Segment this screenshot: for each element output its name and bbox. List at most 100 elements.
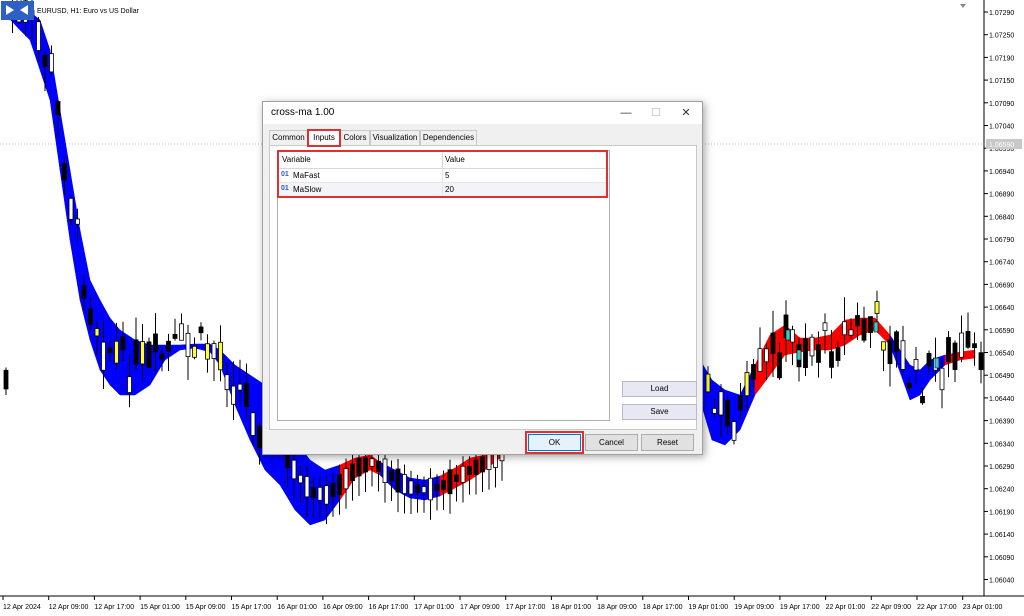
load-button[interactable]: Load <box>622 381 697 397</box>
candle-body <box>473 459 479 475</box>
time-tick-label: 12 Apr 2024 <box>3 604 41 611</box>
price-tick-label: 1.06040 <box>989 578 1014 585</box>
candle-body <box>744 372 750 397</box>
candle-body <box>402 474 407 494</box>
candle-body <box>317 486 323 501</box>
minimize-icon[interactable]: — <box>611 102 641 124</box>
candle-body <box>731 421 737 441</box>
price-tick-label: 1.06140 <box>989 532 1014 539</box>
indicator-properties-dialog: cross-ma 1.00 — ☐ ✕ Common Inputs Colors… <box>262 101 703 455</box>
price-tick-label: 1.06790 <box>989 237 1014 244</box>
price-tick-label: 1.06490 <box>989 373 1014 380</box>
cross-marker <box>934 357 940 369</box>
ok-button[interactable]: OK <box>525 431 584 454</box>
candle-body <box>835 347 841 361</box>
close-icon[interactable]: ✕ <box>671 102 701 124</box>
candle-body <box>94 328 100 337</box>
candle-body <box>725 399 730 427</box>
candle-body <box>705 373 711 393</box>
price-tick-label: 1.07090 <box>989 101 1014 108</box>
maximize-icon[interactable]: ☐ <box>641 102 671 124</box>
table-row[interactable]: 01 MaSlow 20 <box>278 183 609 197</box>
candle-body <box>829 351 834 368</box>
candle-body <box>822 322 828 331</box>
tab-inputs[interactable]: Inputs <box>307 129 341 147</box>
candle-body <box>395 468 401 493</box>
candle-body <box>192 345 197 358</box>
chart-title: EURUSD, H1: Euro vs US Dollar <box>37 8 140 15</box>
candle-body <box>881 341 886 351</box>
candle-body <box>415 484 420 493</box>
candle-body <box>330 482 336 498</box>
candle-body <box>447 469 453 495</box>
integer-type-icon: 01 <box>281 185 289 192</box>
candle-body <box>382 458 388 484</box>
candle-body <box>460 465 466 483</box>
tab-dependencies[interactable]: Dependencies <box>420 130 477 145</box>
time-tick-label: 19 Apr 17:00 <box>780 604 820 611</box>
tab-visualization[interactable]: Visualization <box>370 130 420 145</box>
time-tick-label: 22 Apr 17:00 <box>917 604 957 611</box>
price-tick-label: 1.06640 <box>989 305 1014 312</box>
price-tick-label: 1.06940 <box>989 169 1014 176</box>
column-header-value[interactable]: Value <box>445 155 465 164</box>
candle-body <box>172 334 178 339</box>
candle-body <box>770 332 776 354</box>
candle-body <box>257 426 262 449</box>
tab-colors[interactable]: Colors <box>340 130 370 145</box>
candle-body <box>978 352 984 371</box>
variable-name: MaSlow <box>293 185 322 194</box>
time-tick-label: 15 Apr 01:00 <box>140 604 180 611</box>
candle-body <box>738 395 743 411</box>
candle-body <box>790 329 795 343</box>
inputs-table: Variable Value 01 MaFast 5 01 MaSlow 20 <box>277 150 610 421</box>
candle-body <box>298 474 303 484</box>
price-tick-label: 1.06240 <box>989 487 1014 494</box>
time-tick-label: 17 Apr 01:00 <box>414 604 454 611</box>
variable-name: MaFast <box>293 171 320 180</box>
price-tick-label: 1.06090 <box>989 555 1014 562</box>
tab-common[interactable]: Common <box>269 130 308 145</box>
candle-body <box>211 343 217 359</box>
candle-body <box>133 339 139 365</box>
price-tick-label: 1.06740 <box>989 260 1014 267</box>
candle-body <box>36 21 41 51</box>
candle-body <box>343 468 349 490</box>
price-tick-label: 1.06890 <box>989 192 1014 199</box>
time-tick-label: 19 Apr 09:00 <box>734 604 774 611</box>
candle-body <box>350 463 355 482</box>
time-tick-label: 17 Apr 09:00 <box>460 604 500 611</box>
price-tick-label: 1.06690 <box>989 282 1014 289</box>
cross-marker <box>796 349 802 361</box>
candle-body <box>454 474 459 482</box>
dialog-titlebar[interactable]: cross-ma 1.00 — ☐ ✕ <box>263 102 702 124</box>
time-tick-label: 15 Apr 17:00 <box>232 604 272 611</box>
current-price-label: 1.06590 <box>989 142 1014 149</box>
candle-body <box>237 383 243 391</box>
candle-body <box>107 347 113 354</box>
candle-body <box>153 333 158 353</box>
cross-marker <box>873 321 879 333</box>
candle-body <box>894 331 899 353</box>
one-click-trading-icon[interactable] <box>1 1 34 20</box>
variable-value[interactable]: 20 <box>445 185 454 194</box>
candle-body <box>757 348 763 372</box>
candle-body <box>218 341 223 371</box>
candle-body <box>88 308 93 326</box>
candle-body <box>356 458 362 477</box>
candle-body <box>376 460 381 472</box>
candle-body <box>198 326 204 334</box>
candle-body <box>324 485 329 505</box>
column-header-variable[interactable]: Variable <box>282 155 311 164</box>
cancel-button[interactable]: Cancel <box>585 434 638 451</box>
save-button[interactable]: Save <box>622 404 697 420</box>
cross-marker <box>785 329 791 341</box>
candle-body <box>467 466 472 475</box>
candle-body <box>146 341 152 368</box>
time-tick-label: 22 Apr 09:00 <box>871 604 911 611</box>
candle-body <box>434 483 440 491</box>
reset-button[interactable]: Reset <box>641 434 694 451</box>
table-row[interactable]: 01 MaFast 5 <box>278 169 609 183</box>
candle-body <box>777 352 782 379</box>
variable-value[interactable]: 5 <box>445 171 449 180</box>
